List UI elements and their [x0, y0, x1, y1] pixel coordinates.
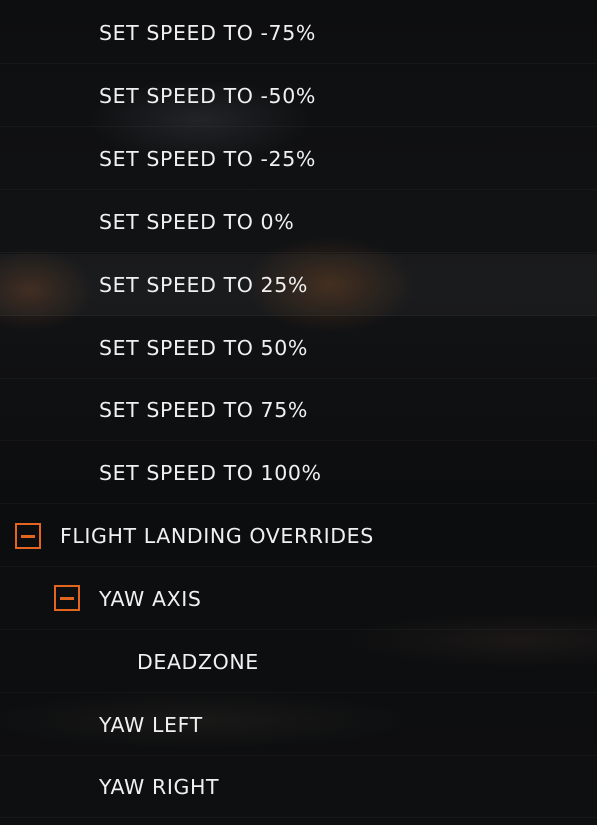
list-item-yaw-right[interactable]: YAW RIGHT: [0, 756, 597, 818]
list-item-label: SET SPEED TO 75%: [99, 397, 308, 422]
minus-icon-bar: [21, 534, 35, 538]
list-item-label: YAW LEFT: [99, 712, 203, 737]
list-item-deadzone[interactable]: DEADZONE: [0, 631, 597, 693]
list-item-label: SET SPEED TO 50%: [99, 335, 308, 360]
minus-icon-bar: [60, 596, 74, 600]
list-item-yaw-left[interactable]: YAW LEFT: [0, 694, 597, 756]
list-item-label: SET SPEED TO 25%: [99, 272, 308, 297]
minus-icon[interactable]: [15, 523, 41, 549]
list-item-label: SET SPEED TO -75%: [99, 20, 316, 45]
group-header-flight-landing-overrides[interactable]: FLIGHT LANDING OVERRIDES: [0, 505, 597, 567]
list-item-set-speed-50[interactable]: SET SPEED TO 50%: [0, 317, 597, 379]
list-item-set-speed-minus-50[interactable]: SET SPEED TO -50%: [0, 65, 597, 127]
list-item-set-speed-minus-75[interactable]: SET SPEED TO -75%: [0, 2, 597, 64]
list-item-label: DEADZONE: [137, 649, 259, 674]
list-item-set-speed-25[interactable]: SET SPEED TO 25%: [0, 254, 597, 316]
list-item-label: SET SPEED TO -50%: [99, 83, 316, 108]
list-item-label: SET SPEED TO 0%: [99, 209, 295, 234]
list-item-set-speed-100[interactable]: SET SPEED TO 100%: [0, 442, 597, 504]
group-header-label: YAW AXIS: [99, 586, 202, 611]
group-header-label: FLIGHT LANDING OVERRIDES: [60, 523, 374, 548]
group-header-yaw-axis[interactable]: YAW AXIS: [0, 568, 597, 630]
list-item-set-speed-75[interactable]: SET SPEED TO 75%: [0, 379, 597, 441]
list-item-label: SET SPEED TO 100%: [99, 460, 322, 485]
list-item-label: SET SPEED TO -25%: [99, 146, 316, 171]
minus-icon[interactable]: [54, 585, 80, 611]
list-item-set-speed-minus-25[interactable]: SET SPEED TO -25%: [0, 128, 597, 190]
list-item-label: YAW RIGHT: [99, 774, 220, 799]
list-item-set-speed-0[interactable]: SET SPEED TO 0%: [0, 191, 597, 253]
